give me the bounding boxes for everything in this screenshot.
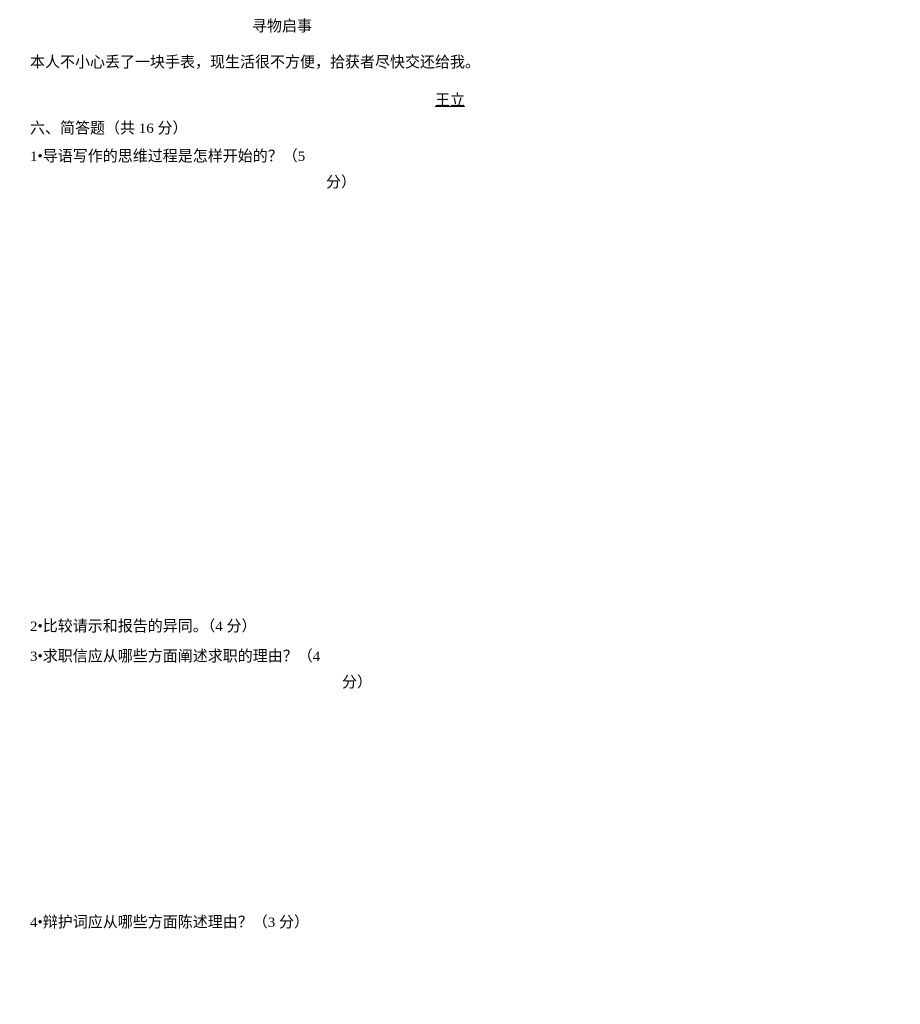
question-1-line1: 1•导语写作的思维过程是怎样开始的？（5	[30, 145, 890, 169]
question-1-line2: 分）	[30, 171, 890, 195]
question-3-line2: 分）	[30, 671, 890, 695]
question-3-line1: 3•求职信应从哪些方面阐述求职的理由？（4	[30, 645, 890, 669]
section6-heading: 六、简答题（共 16 分）	[30, 117, 890, 141]
notice-signature: 王立	[435, 89, 465, 113]
notice-body: 本人不小心丢了一块手表，现生活很不方便，拾获者尽快交还给我。	[30, 51, 890, 75]
question-4: 4•辩护词应从哪些方面陈述理由？（3 分）	[30, 911, 890, 935]
notice-title: 寻物启事	[30, 15, 890, 39]
signature-row: 王立	[30, 89, 890, 113]
question-2: 2•比较请示和报告的异同。（4 分）	[30, 615, 890, 639]
